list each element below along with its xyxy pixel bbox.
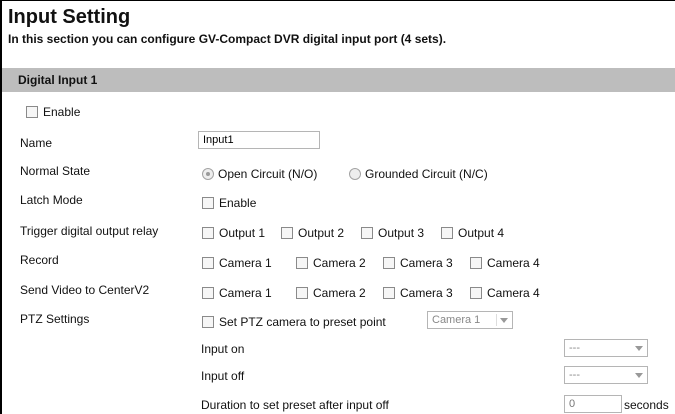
record-camera-3-checkbox[interactable] xyxy=(383,257,395,269)
output-3-option[interactable]: Output 3 xyxy=(361,225,424,241)
output-1-label: Output 1 xyxy=(219,226,266,240)
send-camera-3-option[interactable]: Camera 3 xyxy=(383,285,453,301)
duration-input[interactable] xyxy=(564,395,622,413)
section-header: Digital Input 1 xyxy=(2,68,675,92)
input-off-select[interactable]: --- xyxy=(564,366,648,384)
record-camera-4-label: Camera 4 xyxy=(487,256,540,270)
page: Input Setting In this section you can co… xyxy=(8,6,675,46)
record-camera-1-checkbox[interactable] xyxy=(202,257,214,269)
enable-label: Enable xyxy=(43,105,81,119)
input-off-label: Input off xyxy=(201,369,245,383)
input-off-value: --- xyxy=(569,369,580,381)
record-camera-4-option[interactable]: Camera 4 xyxy=(470,255,540,271)
output-2-option[interactable]: Output 2 xyxy=(281,225,344,241)
input-on-select[interactable]: --- xyxy=(564,339,648,357)
send-camera-4-option[interactable]: Camera 4 xyxy=(470,285,540,301)
record-camera-1-option[interactable]: Camera 1 xyxy=(202,255,272,271)
send-camera-1-option[interactable]: Camera 1 xyxy=(202,285,272,301)
output-2-checkbox[interactable] xyxy=(281,227,293,239)
ptz-preset-checkbox[interactable] xyxy=(202,316,214,328)
record-camera-2-label: Camera 2 xyxy=(313,256,366,270)
output-2-label: Output 2 xyxy=(298,226,345,240)
output-4-checkbox[interactable] xyxy=(441,227,453,239)
record-camera-2-option[interactable]: Camera 2 xyxy=(296,255,366,271)
frame-left-border xyxy=(0,0,2,414)
send-camera-3-label: Camera 3 xyxy=(400,286,453,300)
grounded-circuit-label: Grounded Circuit (N/C) xyxy=(365,167,488,181)
section-title: Digital Input 1 xyxy=(18,73,98,87)
record-camera-4-checkbox[interactable] xyxy=(470,257,482,269)
output-4-label: Output 4 xyxy=(458,226,505,240)
output-1-checkbox[interactable] xyxy=(202,227,214,239)
record-label: Record xyxy=(20,253,59,267)
open-circuit-label: Open Circuit (N/O) xyxy=(218,167,318,181)
chevron-down-icon xyxy=(500,318,508,323)
latch-mode-option[interactable]: Enable xyxy=(202,195,256,211)
name-label: Name xyxy=(20,136,53,150)
send-camera-1-label: Camera 1 xyxy=(219,286,272,300)
trigger-relay-label: Trigger digital output relay xyxy=(20,224,159,238)
chevron-down-icon xyxy=(635,346,643,351)
duration-label: Duration to set preset after input off xyxy=(201,398,389,412)
duration-unit: seconds xyxy=(624,398,669,412)
chevron-down-icon xyxy=(635,373,643,378)
output-4-option[interactable]: Output 4 xyxy=(441,225,504,241)
input-on-label: Input on xyxy=(201,342,245,356)
send-camera-2-option[interactable]: Camera 2 xyxy=(296,285,366,301)
ptz-preset-label: Set PTZ camera to preset point xyxy=(219,315,386,329)
send-camera-1-checkbox[interactable] xyxy=(202,287,214,299)
send-camera-3-checkbox[interactable] xyxy=(383,287,395,299)
output-1-option[interactable]: Output 1 xyxy=(202,225,265,241)
open-circuit-radio[interactable] xyxy=(202,168,214,180)
record-camera-2-checkbox[interactable] xyxy=(296,257,308,269)
ptz-settings-label: PTZ Settings xyxy=(20,312,90,326)
frame-top-border xyxy=(0,0,675,1)
send-camera-2-checkbox[interactable] xyxy=(296,287,308,299)
record-camera-3-option[interactable]: Camera 3 xyxy=(383,255,453,271)
latch-mode-label: Latch Mode xyxy=(20,193,83,207)
input-on-value: --- xyxy=(569,342,580,354)
ptz-preset-option[interactable]: Set PTZ camera to preset point xyxy=(202,314,386,330)
record-camera-1-label: Camera 1 xyxy=(219,256,272,270)
output-3-checkbox[interactable] xyxy=(361,227,373,239)
ptz-camera-value: Camera 1 xyxy=(432,314,481,326)
ptz-camera-select[interactable]: Camera 1 xyxy=(427,311,513,329)
send-camera-4-checkbox[interactable] xyxy=(470,287,482,299)
record-camera-3-label: Camera 3 xyxy=(400,256,453,270)
enable-checkbox[interactable] xyxy=(26,106,38,118)
select-divider xyxy=(496,314,497,326)
send-camera-4-label: Camera 4 xyxy=(487,286,540,300)
normal-state-label: Normal State xyxy=(20,164,91,178)
output-3-label: Output 3 xyxy=(378,226,425,240)
page-subtitle: In this section you can configure GV-Com… xyxy=(8,32,447,46)
send-video-label: Send Video to CenterV2 xyxy=(20,283,150,297)
latch-mode-enable-label: Enable xyxy=(219,196,257,210)
open-circuit-option[interactable]: Open Circuit (N/O) xyxy=(202,166,317,182)
grounded-circuit-radio[interactable] xyxy=(349,168,361,180)
grounded-circuit-option[interactable]: Grounded Circuit (N/C) xyxy=(349,166,488,182)
name-input[interactable] xyxy=(198,131,320,149)
send-camera-2-label: Camera 2 xyxy=(313,286,366,300)
page-title: Input Setting xyxy=(8,6,131,28)
enable-option[interactable]: Enable xyxy=(26,104,80,120)
latch-mode-checkbox[interactable] xyxy=(202,197,214,209)
